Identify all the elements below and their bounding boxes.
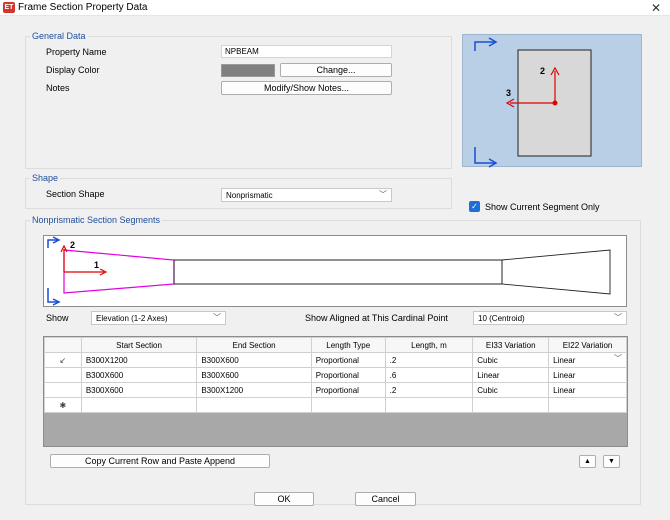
show-label: Show — [46, 313, 69, 323]
table-new-row[interactable]: ✱ — [44, 397, 627, 413]
segment-elevation-drawing — [47, 236, 611, 306]
new-row-cell[interactable] — [196, 397, 312, 413]
preview-centroid-dot — [552, 100, 558, 106]
show-current-segment-checkbox[interactable]: ✓ — [469, 201, 480, 212]
show-view-value: Elevation (1-2 Axes) — [96, 314, 168, 323]
row-edit-marker[interactable]: ↙ — [44, 352, 82, 368]
column-header-start-section[interactable]: Start Section — [80, 337, 198, 353]
segment-elevation-canvas: 2 1 — [43, 235, 627, 307]
change-color-button[interactable]: Change... — [280, 63, 392, 77]
cancel-button[interactable]: Cancel — [355, 492, 416, 506]
segments-table: Start Section End Section Length Type Le… — [44, 337, 627, 413]
start-section-cell[interactable]: B300X600 — [80, 382, 198, 398]
section-preview: 2 3 — [462, 34, 642, 168]
cardinal-point-select[interactable]: 10 (Centroid) ﹀ — [473, 311, 627, 325]
ei22-variation-cell[interactable]: Linear ﹀ — [548, 352, 627, 368]
cardinal-point-value: 10 (Centroid) — [478, 314, 525, 323]
window-title: Frame Section Property Data — [18, 2, 148, 13]
length-cell[interactable]: .2 — [384, 352, 474, 368]
chevron-down-icon: ﹀ — [213, 313, 221, 322]
ei22-variation-cell[interactable]: Linear — [548, 367, 627, 383]
ei33-variation-cell[interactable]: Linear — [472, 367, 550, 383]
table-row[interactable]: B300X600 B300X1200 Proportional .2 Cubic… — [44, 382, 627, 398]
segments-legend: Nonprismatic Section Segments — [32, 215, 161, 225]
preview-axis-2-label: 2 — [540, 66, 546, 76]
move-row-down-button[interactable]: ▼ — [603, 455, 620, 468]
section-shape-label: Section Shape — [46, 189, 105, 199]
column-header-ei22-variation[interactable]: EI22 Variation — [548, 337, 627, 353]
preview-axis-3-label: 3 — [506, 88, 512, 98]
show-current-segment-label: Show Current Segment Only — [485, 202, 600, 212]
close-icon[interactable]: ✕ — [648, 0, 664, 16]
start-section-cell[interactable]: B300X600 — [80, 367, 198, 383]
length-cell[interactable]: .2 — [384, 382, 474, 398]
elevation-corner-bottom — [47, 288, 58, 303]
table-row[interactable]: B300X600 B300X600 Proportional .6 Linear… — [44, 367, 627, 383]
row-header-corner — [44, 337, 82, 353]
segments-table-area: Start Section End Section Length Type Le… — [43, 336, 628, 447]
move-row-up-button[interactable]: ▲ — [579, 455, 596, 468]
row-header[interactable] — [44, 382, 82, 398]
shape-legend: Shape — [32, 173, 59, 183]
elevation-axis-2-label: 2 — [70, 240, 76, 250]
length-cell[interactable]: .6 — [384, 367, 474, 383]
column-header-ei33-variation[interactable]: EI33 Variation — [472, 337, 550, 353]
section-shape-select[interactable]: Nonprismatic ﹀ — [221, 188, 392, 202]
elevation-axis-1-label: 1 — [94, 260, 100, 270]
length-type-cell[interactable]: Proportional — [310, 367, 386, 383]
show-view-select[interactable]: Elevation (1-2 Axes) ﹀ — [91, 311, 226, 325]
ei33-variation-cell[interactable]: Cubic — [472, 382, 550, 398]
column-header-end-section[interactable]: End Section — [196, 337, 312, 353]
end-section-cell[interactable]: B300X1200 — [196, 382, 312, 398]
copy-row-paste-append-button[interactable]: Copy Current Row and Paste Append — [50, 454, 270, 468]
section-preview-drawing — [474, 37, 592, 168]
column-header-length[interactable]: Length, m — [384, 337, 474, 353]
ei22-variation-cell[interactable]: Linear — [548, 382, 627, 398]
property-name-label: Property Name — [46, 47, 107, 57]
ei22-variation-value: Linear — [553, 355, 576, 365]
chevron-down-icon: ﹀ — [614, 313, 622, 322]
chevron-down-icon[interactable]: ﹀ — [614, 353, 622, 364]
preview-corner-top — [474, 41, 495, 51]
new-row-cell[interactable] — [472, 397, 550, 413]
end-section-cell[interactable]: B300X600 — [196, 352, 312, 368]
ok-button[interactable]: OK — [254, 492, 314, 506]
column-header-length-type[interactable]: Length Type — [310, 337, 386, 353]
new-row-cell[interactable] — [80, 397, 198, 413]
length-type-cell[interactable]: Proportional — [310, 352, 386, 368]
app-icon: ET — [3, 2, 15, 13]
display-color-swatch[interactable] — [221, 64, 275, 77]
display-color-label: Display Color — [46, 65, 100, 75]
property-name-input[interactable]: NPBEAM — [221, 45, 392, 58]
segment-2-outline — [173, 259, 503, 285]
table-header-row: Start Section End Section Length Type Le… — [44, 337, 627, 353]
start-section-cell[interactable]: B300X1200 — [80, 352, 198, 368]
end-section-cell[interactable]: B300X600 — [196, 367, 312, 383]
new-row-cell[interactable] — [548, 397, 627, 413]
new-row-cell[interactable] — [384, 397, 474, 413]
row-header[interactable] — [44, 367, 82, 383]
new-row-cell[interactable] — [310, 397, 386, 413]
segment-3-outline — [501, 249, 611, 295]
ei33-variation-cell[interactable]: Cubic — [472, 352, 550, 368]
general-data-legend: General Data — [32, 31, 86, 41]
length-type-cell[interactable]: Proportional — [310, 382, 386, 398]
table-row[interactable]: ↙ B300X1200 B300X600 Proportional .2 Cub… — [44, 352, 627, 368]
chevron-down-icon: ﹀ — [379, 190, 387, 199]
new-row-marker[interactable]: ✱ — [44, 397, 82, 413]
section-shape-value: Nonprismatic — [226, 191, 273, 200]
modify-show-notes-button[interactable]: Modify/Show Notes... — [221, 81, 392, 95]
notes-label: Notes — [46, 83, 70, 93]
cardinal-point-label: Show Aligned at This Cardinal Point — [305, 313, 448, 323]
